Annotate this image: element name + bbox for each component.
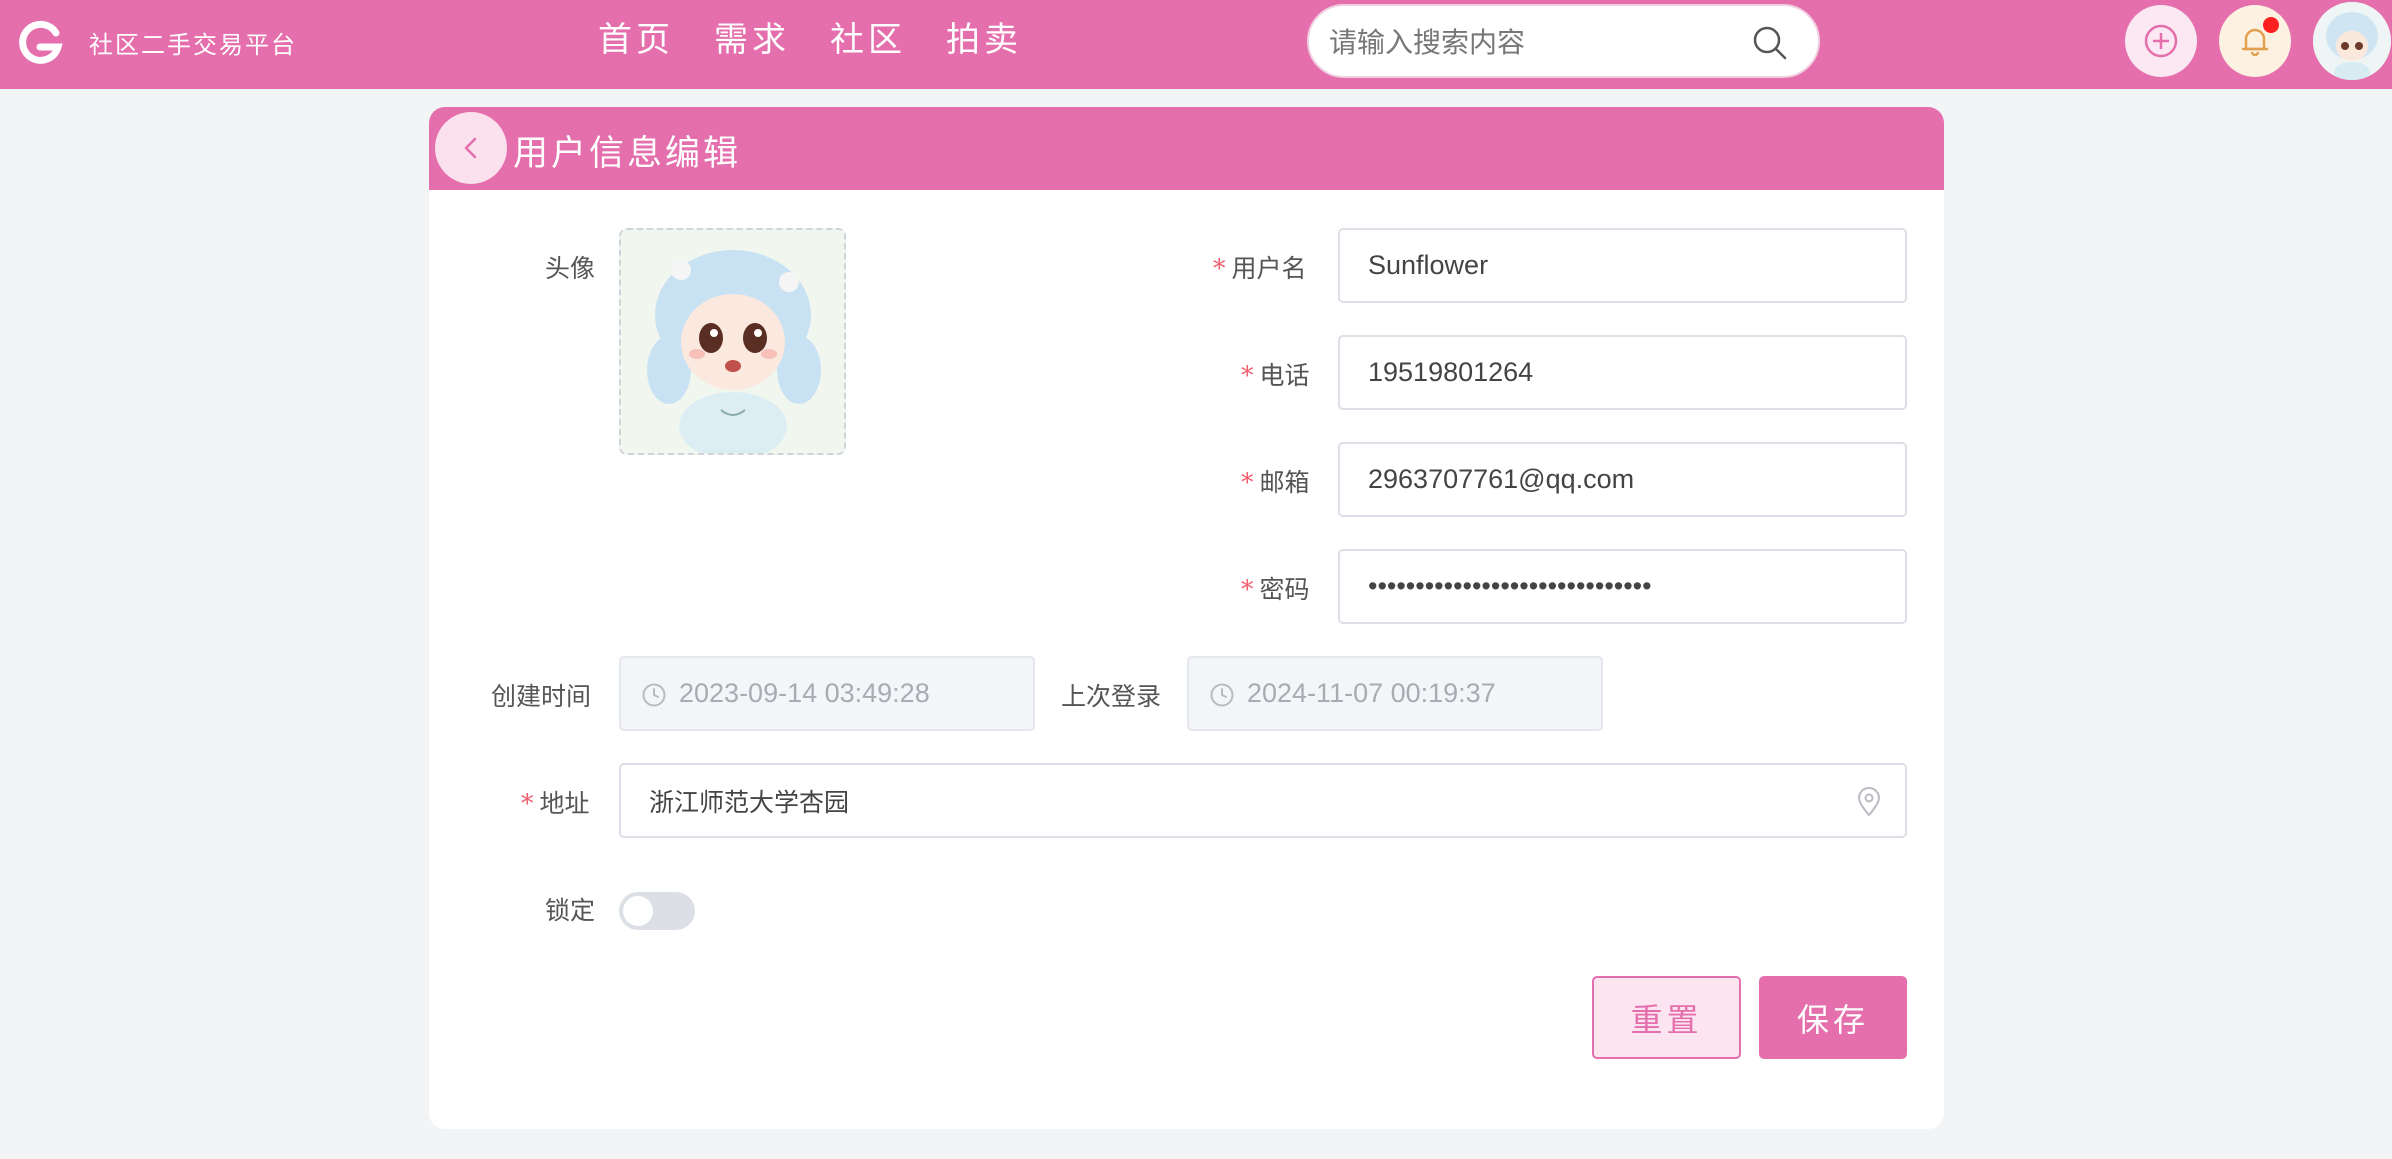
page-title: 用户信息编辑 — [513, 134, 742, 174]
last-login-field — [1187, 656, 1619, 731]
user-edit-card: 用户信息编辑 头像 *用户名 *电话 *邮箱 — [429, 107, 1944, 1129]
phone-field — [1338, 335, 1907, 410]
locked-label: 锁定 — [545, 896, 596, 925]
address-label: * 地址 — [521, 789, 590, 818]
back-button[interactable] — [435, 112, 507, 184]
username-input[interactable] — [1368, 230, 1893, 301]
plus-circle-icon — [2144, 24, 2178, 58]
username-label: * 用户名 — [1213, 254, 1307, 283]
avatar-label: 头像 — [545, 254, 596, 283]
phone-input[interactable] — [1368, 337, 1893, 408]
last-login-input — [1247, 658, 1619, 729]
chevron-left-icon — [464, 137, 477, 159]
logo-icon[interactable] — [16, 19, 64, 67]
notification-button[interactable] — [2219, 5, 2291, 77]
avatar-image — [621, 230, 844, 453]
notification-dot — [2263, 17, 2279, 33]
password-label: * 密码 — [1241, 575, 1310, 604]
search-input[interactable] — [1329, 20, 1739, 64]
card-header: 用户信息编辑 — [429, 107, 1944, 190]
created-at-label: 创建时间 — [491, 682, 592, 711]
reset-button[interactable]: 重置 — [1592, 976, 1741, 1059]
created-at-input — [679, 658, 1051, 729]
address-field — [619, 763, 1907, 838]
user-avatar[interactable] — [2313, 2, 2391, 80]
nav-item-auction[interactable]: 拍卖 — [946, 16, 1022, 64]
avatar-image — [2313, 2, 2391, 80]
save-button[interactable]: 保存 — [1759, 976, 1907, 1059]
avatar-uploader[interactable] — [619, 228, 846, 455]
nav-item-demand[interactable]: 需求 — [714, 16, 790, 64]
address-input[interactable] — [649, 765, 1893, 836]
clock-icon — [1210, 683, 1234, 707]
locked-toggle[interactable] — [619, 892, 695, 930]
app-title: 社区二手交易平台 — [89, 31, 297, 59]
created-at-field — [619, 656, 1051, 731]
toggle-knob — [623, 896, 653, 926]
search-icon[interactable] — [1751, 24, 1789, 62]
email-label: * 邮箱 — [1241, 468, 1310, 497]
location-pin-icon — [1857, 787, 1881, 817]
main-nav: 首页 需求 社区 拍卖 — [598, 16, 1062, 64]
top-navbar: 社区二手交易平台 首页 需求 社区 拍卖 — [0, 0, 2392, 89]
nav-item-home[interactable]: 首页 — [598, 16, 674, 64]
phone-label: * 电话 — [1241, 361, 1310, 390]
nav-item-community[interactable]: 社区 — [830, 16, 906, 64]
email-field — [1338, 442, 1907, 517]
email-input[interactable] — [1368, 444, 1893, 515]
last-login-label: 上次登录 — [1061, 682, 1162, 711]
clock-icon — [642, 683, 666, 707]
password-input[interactable] — [1368, 551, 1893, 622]
add-button[interactable] — [2125, 5, 2197, 77]
username-field — [1338, 228, 1907, 303]
password-field — [1338, 549, 1907, 624]
search-bar — [1307, 4, 1820, 78]
